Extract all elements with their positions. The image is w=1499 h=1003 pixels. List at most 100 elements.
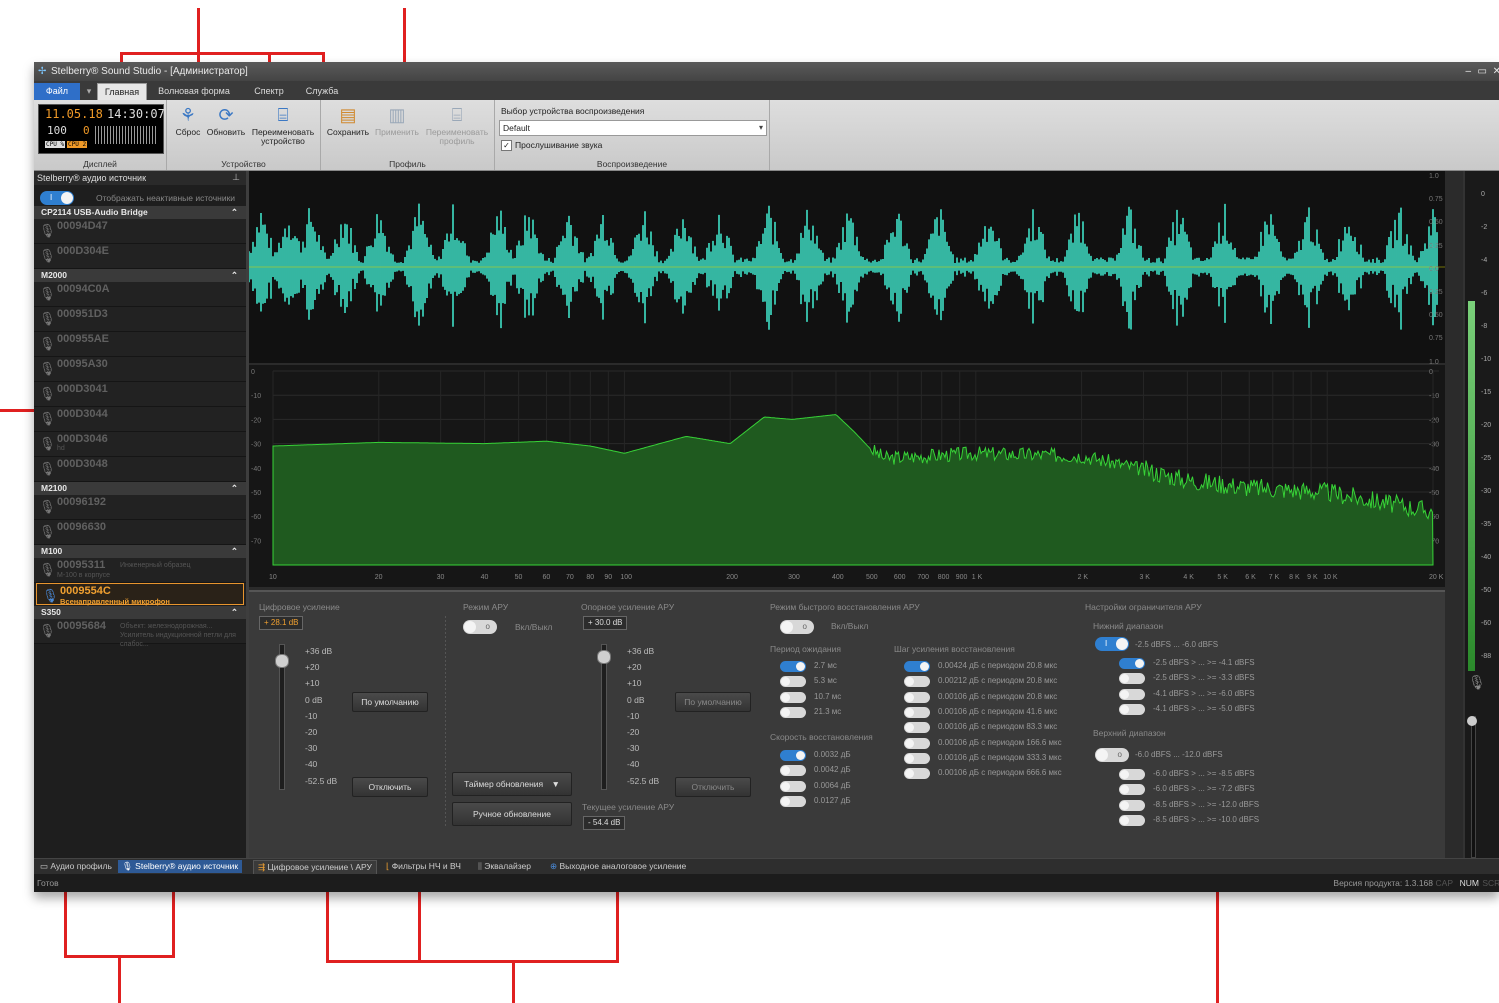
tab-waveform[interactable]: Волновая форма [154, 83, 234, 100]
volume-slider-track[interactable] [1471, 716, 1476, 858]
low-range-option-toggle[interactable] [1119, 688, 1145, 700]
high-range-option-toggle[interactable] [1119, 769, 1145, 780]
agc-mode-toggle[interactable]: o [463, 620, 497, 634]
meter-scale-label: -35 [1481, 521, 1492, 528]
device-item[interactable]: 🎙 000955AE [34, 332, 246, 357]
volume-slider-thumb[interactable] [1467, 716, 1477, 726]
recovery-step-toggle[interactable] [904, 676, 930, 688]
recovery-step-toggle[interactable] [904, 752, 930, 764]
show-inactive-label: Отображать неактивные источники [96, 193, 236, 203]
device-item[interactable]: 🎙 000D3048 [34, 457, 246, 482]
wait-period-label: 21.3 мс [814, 706, 842, 716]
ribbon: 11.05.18 14:30:07 100 0 CPU % CPU 2 Дисп… [34, 100, 1499, 171]
spectrum-x-tick: 100 [620, 574, 632, 581]
device-item[interactable]: 🎙 0009554C Всенаправленный микрофон [36, 583, 244, 606]
tab-output-gain-label: Выходное аналоговое усиление [559, 861, 687, 871]
recovery-speed-toggle[interactable] [780, 795, 806, 807]
recovery-step-toggle[interactable] [904, 737, 930, 749]
minimize-button[interactable]: – [1465, 62, 1471, 81]
listen-checkbox[interactable]: ✓ [501, 140, 512, 151]
device-item[interactable]: 🎙 00096192 [34, 495, 246, 520]
tab-audio-source[interactable]: 🎙 Stelberry® аудио источник [118, 860, 243, 873]
high-range-option-toggle[interactable] [1119, 784, 1145, 796]
app-logo-icon: ✢ [38, 66, 47, 77]
tab-service[interactable]: Служба [300, 83, 344, 100]
close-button[interactable]: ✕ [1493, 62, 1499, 81]
reset-button[interactable]: ⚘ Сброс [172, 104, 204, 137]
file-menu-button[interactable]: Файл [34, 83, 80, 100]
device-item[interactable]: 🎙 000D304E [34, 244, 246, 269]
save-profile-button[interactable]: ▤ Сохранить [325, 104, 371, 137]
device-item[interactable]: 🎙 00094D47 [34, 219, 246, 244]
recovery-speed-toggle[interactable] [780, 750, 806, 761]
digital-gain-off-button[interactable]: Отключить [352, 777, 428, 797]
high-range-toggle[interactable]: o [1095, 748, 1129, 762]
tab-output-gain[interactable]: ⊕ Выходное аналоговое усиление [546, 860, 690, 873]
apply-profile-button[interactable]: ▥ Применить [373, 104, 421, 137]
tab-filters[interactable]: ⌊ Фильтры НЧ и ВЧ [382, 860, 465, 873]
pin-icon[interactable]: ⊥ [232, 172, 240, 183]
ref-gain-slider-track[interactable] [601, 644, 607, 790]
rename-profile-button[interactable]: ⌸ Переименовать профиль [423, 104, 491, 146]
digital-gain-slider-thumb[interactable] [275, 654, 289, 668]
recovery-speed-label: 0.0127 дБ [814, 795, 851, 805]
tab-spectrum[interactable]: Спектр [247, 83, 291, 100]
device-item[interactable]: 🎙 00095311 Инженерный образец M-100 в корпу… [34, 558, 246, 583]
recovery-step-toggle[interactable] [904, 661, 930, 672]
wait-period-toggle[interactable] [780, 706, 806, 718]
restore-button[interactable]: ▭ [1478, 62, 1487, 81]
rename-device-icon: ⌸ [277, 105, 289, 125]
playback-device-select[interactable]: Default ▾ [499, 120, 767, 136]
recovery-speed-toggle[interactable] [780, 765, 806, 777]
low-range-toggle[interactable]: I [1095, 637, 1129, 651]
recovery-step-label: 0.00106 дБ с периодом 666.6 мкс [938, 768, 1062, 778]
recovery-step-toggle[interactable] [904, 706, 930, 718]
high-range-option-toggle[interactable] [1119, 799, 1145, 811]
high-range-option-toggle[interactable] [1119, 814, 1145, 826]
low-range-option-toggle[interactable] [1119, 658, 1145, 669]
ref-gain-default-button[interactable]: По умолчанию [675, 692, 751, 712]
device-item[interactable]: 🎙 000D3044 [34, 407, 246, 432]
device-item[interactable]: 🎙 000D3041 [34, 382, 246, 407]
spectrum-x-tick: 50 [515, 574, 523, 581]
device-item[interactable]: 🎙 00095A30 [34, 357, 246, 382]
ref-gain-value: + 30.0 dB [583, 616, 628, 630]
group-header[interactable]: M2100 ⌃ [34, 482, 246, 495]
wait-period-label: 2.7 мс [814, 661, 837, 670]
group-header[interactable]: M100 ⌃ [34, 545, 246, 558]
device-item[interactable]: 🎙 000951D3 [34, 307, 246, 332]
menu-bar: Файл ▾ Главная Волновая форма Спектр Слу… [34, 81, 1499, 101]
low-range-option-toggle[interactable] [1119, 673, 1145, 685]
update-timer-button[interactable]: Таймер обновления ▼ [452, 772, 572, 796]
low-range-option-toggle[interactable] [1119, 703, 1145, 715]
ref-gain-off-button[interactable]: Отключить [675, 777, 751, 797]
recovery-step-toggle[interactable] [904, 722, 930, 734]
wait-period-toggle[interactable] [780, 676, 806, 688]
recovery-step-toggle[interactable] [904, 768, 930, 780]
group-header[interactable]: S350 ⌃ [34, 606, 246, 619]
device-item[interactable]: 🎙 000D3046 hd [34, 432, 246, 457]
digital-gain-default-button[interactable]: По умолчанию [352, 692, 428, 712]
group-header[interactable]: CP2114 USB-Audio Bridge ⌃ [34, 206, 246, 219]
tab-equalizer[interactable]: ⫼ Эквалайзер [474, 860, 535, 873]
refresh-button[interactable]: ⟳ Обновить [205, 104, 247, 137]
recovery-speed-toggle[interactable] [780, 780, 806, 792]
fast-recovery-toggle[interactable]: o [780, 620, 814, 634]
tab-audio-profile[interactable]: ▭ Аудио профиль [36, 860, 116, 873]
device-item[interactable]: 🎙 00096630 [34, 520, 246, 545]
manual-update-button[interactable]: Ручное обновление [452, 802, 572, 826]
device-item[interactable]: 🎙 00095684 Объект: железнодорожная... Усил… [34, 619, 246, 648]
tab-digital-gain-agc[interactable]: ⇶ Цифровое усиление \ АРУ [253, 860, 377, 875]
recovery-step-toggle[interactable] [904, 691, 930, 703]
device-item[interactable]: 🎙 00094C0A [34, 282, 246, 307]
spectrum-x-tick: 20 K [1429, 574, 1444, 581]
rename-device-button[interactable]: ⌸ Переименовать устройство [249, 104, 317, 146]
tab-home[interactable]: Главная [97, 83, 147, 101]
wait-period-toggle[interactable] [780, 661, 806, 672]
wait-period-toggle[interactable] [780, 691, 806, 703]
show-inactive-toggle[interactable]: I [40, 191, 74, 205]
group-header[interactable]: M2000 ⌃ [34, 269, 246, 282]
ref-gain-slider-thumb[interactable] [597, 650, 611, 664]
quick-access-dropdown[interactable]: ▾ [82, 83, 96, 100]
microphone-icon: 🎙 [39, 386, 56, 401]
